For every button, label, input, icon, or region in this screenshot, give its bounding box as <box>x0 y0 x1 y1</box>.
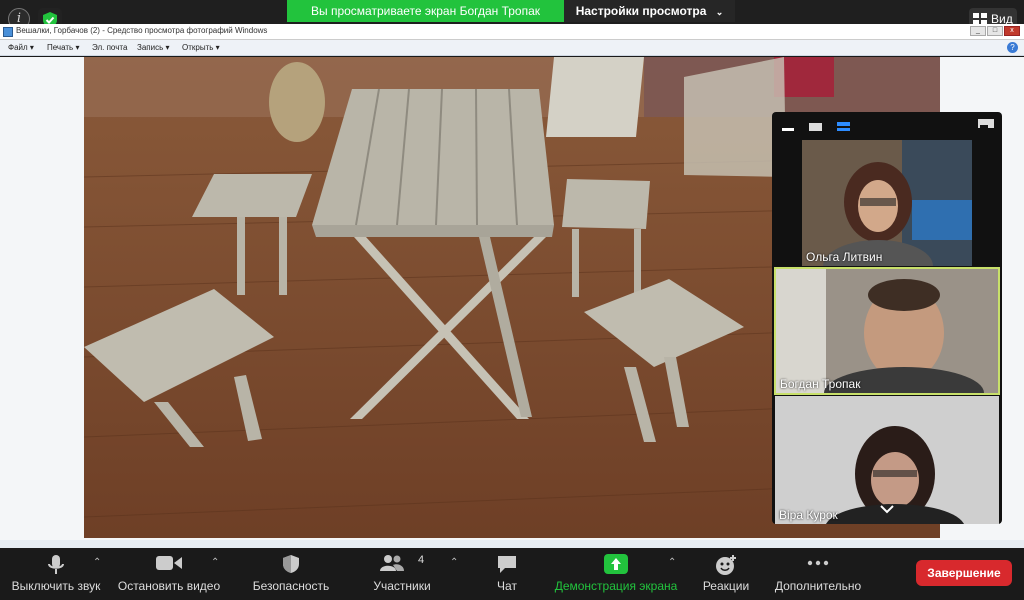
participants-button[interactable]: 4 Участники <box>362 548 442 600</box>
participants-options-caret[interactable]: ⌃ <box>450 558 462 568</box>
close-icon: x <box>1004 26 1020 36</box>
menu-email: Эл. почта <box>92 43 128 52</box>
video-options-caret[interactable]: ⌃ <box>211 558 223 568</box>
menu-print: Печать ▾ <box>47 43 80 52</box>
menu-burn: Запись ▾ <box>137 43 170 52</box>
menu-open: Открыть ▾ <box>182 43 220 52</box>
meeting-toolbar: Выключить звук ⌃ Остановить видео ⌃ Безо… <box>0 548 1024 600</box>
view-options-dropdown[interactable]: Настройки просмотра ⌄ <box>564 0 735 22</box>
microphone-icon <box>48 555 64 574</box>
smiley-icon <box>716 555 736 575</box>
view-options-label: Настройки просмотра <box>575 4 707 18</box>
mute-button[interactable]: Выключить звук <box>2 548 110 600</box>
share-screen-icon <box>604 554 628 574</box>
reactions-button[interactable]: Реакции <box>698 548 754 600</box>
expand-gallery-icon[interactable] <box>978 119 994 128</box>
maximize-icon: □ <box>987 26 1003 36</box>
shared-window-menubar: Файл ▾ Печать ▾ Эл. почта Запись ▾ Откры… <box>0 40 1024 56</box>
participant-name: Ольга Литвин <box>806 250 883 264</box>
minimize-icon: _ <box>970 26 986 36</box>
photo-viewer-app-icon <box>3 27 13 37</box>
zoom-meeting-window: i Вы просматриваете экран Богдан Тропак … <box>0 0 1024 600</box>
chat-bubble-icon <box>498 556 516 573</box>
security-shield-icon <box>283 555 299 573</box>
security-button[interactable]: Безопасность <box>246 548 336 600</box>
menu-file: Файл ▾ <box>8 43 34 52</box>
gallery-header <box>772 112 1002 140</box>
screen-share-banner: Вы просматриваете экран Богдан Тропак <box>287 0 564 22</box>
participant-name: Віра Курок <box>779 508 838 522</box>
viewer-bottom-bar <box>0 540 1024 548</box>
participant-tile-active-speaker[interactable]: Богдан Тропак <box>774 267 1000 395</box>
chevron-down-icon[interactable] <box>878 501 896 517</box>
more-button[interactable]: Дополнительно <box>770 548 866 600</box>
participants-count: 4 <box>418 554 425 566</box>
participants-icon <box>380 555 405 571</box>
participant-tile[interactable]: Ольга Литвин <box>802 140 972 266</box>
end-meeting-button[interactable]: Завершение <box>916 560 1012 586</box>
stop-video-button[interactable]: Остановить видео <box>114 548 224 600</box>
video-camera-icon <box>156 556 182 570</box>
shared-window-title: Вешалки, Горбачов (2) - Средство просмот… <box>16 26 268 35</box>
audio-options-caret[interactable]: ⌃ <box>93 558 105 568</box>
share-options-caret[interactable]: ⌃ <box>668 558 680 568</box>
video-gallery-panel: Ольга Литвин Богдан Тропак Віра Курок <box>772 112 1002 524</box>
speaker-view-icon[interactable] <box>809 122 822 131</box>
more-dots-icon <box>807 560 829 566</box>
share-screen-button[interactable]: Демонстрация экрана <box>550 548 682 600</box>
help-icon: ? <box>1007 42 1018 53</box>
strip-view-icon[interactable] <box>837 122 850 131</box>
shared-window-titlebar: Вешалки, Горбачов (2) - Средство просмот… <box>0 24 1024 40</box>
chat-button[interactable]: Чат <box>482 548 532 600</box>
chevron-down-icon: ⌄ <box>715 7 724 17</box>
minimize-gallery-icon[interactable] <box>782 122 794 131</box>
participant-name: Богдан Тропак <box>780 377 861 391</box>
